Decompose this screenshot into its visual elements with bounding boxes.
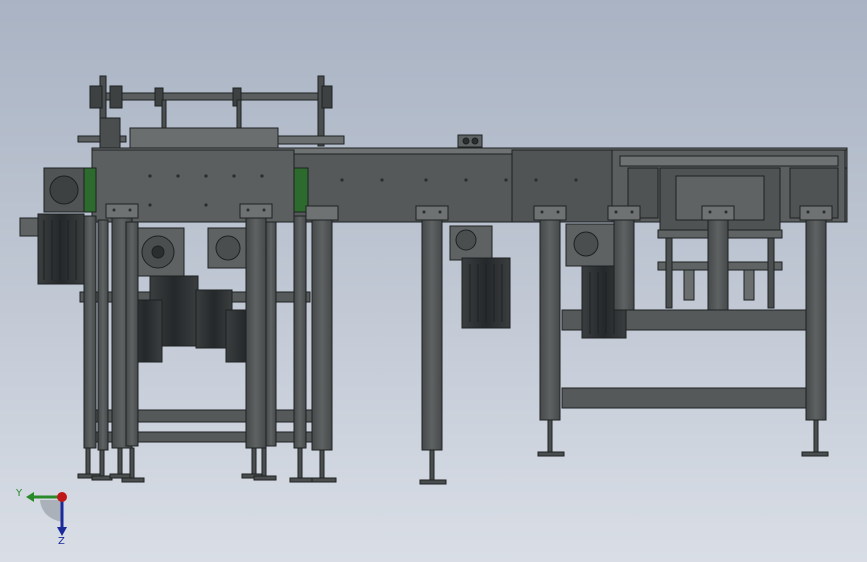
- conveyor-model: [19, 75, 848, 485]
- z-axis-label: Z: [58, 536, 65, 547]
- orientation-triad[interactable]: Y Z: [15, 488, 67, 547]
- y-axis-arrowhead: [26, 492, 34, 502]
- triad-plane-shade: [40, 500, 62, 522]
- z-axis-arrowhead: [57, 527, 67, 536]
- left-end-gearbox: [19, 167, 85, 285]
- cad-viewport[interactable]: Y Z: [0, 0, 867, 562]
- leveling-feet: [77, 419, 829, 485]
- x-axis-origin-icon: [57, 492, 67, 502]
- guide-adjustment-shaft: [77, 75, 483, 149]
- y-axis-label: Y: [15, 488, 23, 499]
